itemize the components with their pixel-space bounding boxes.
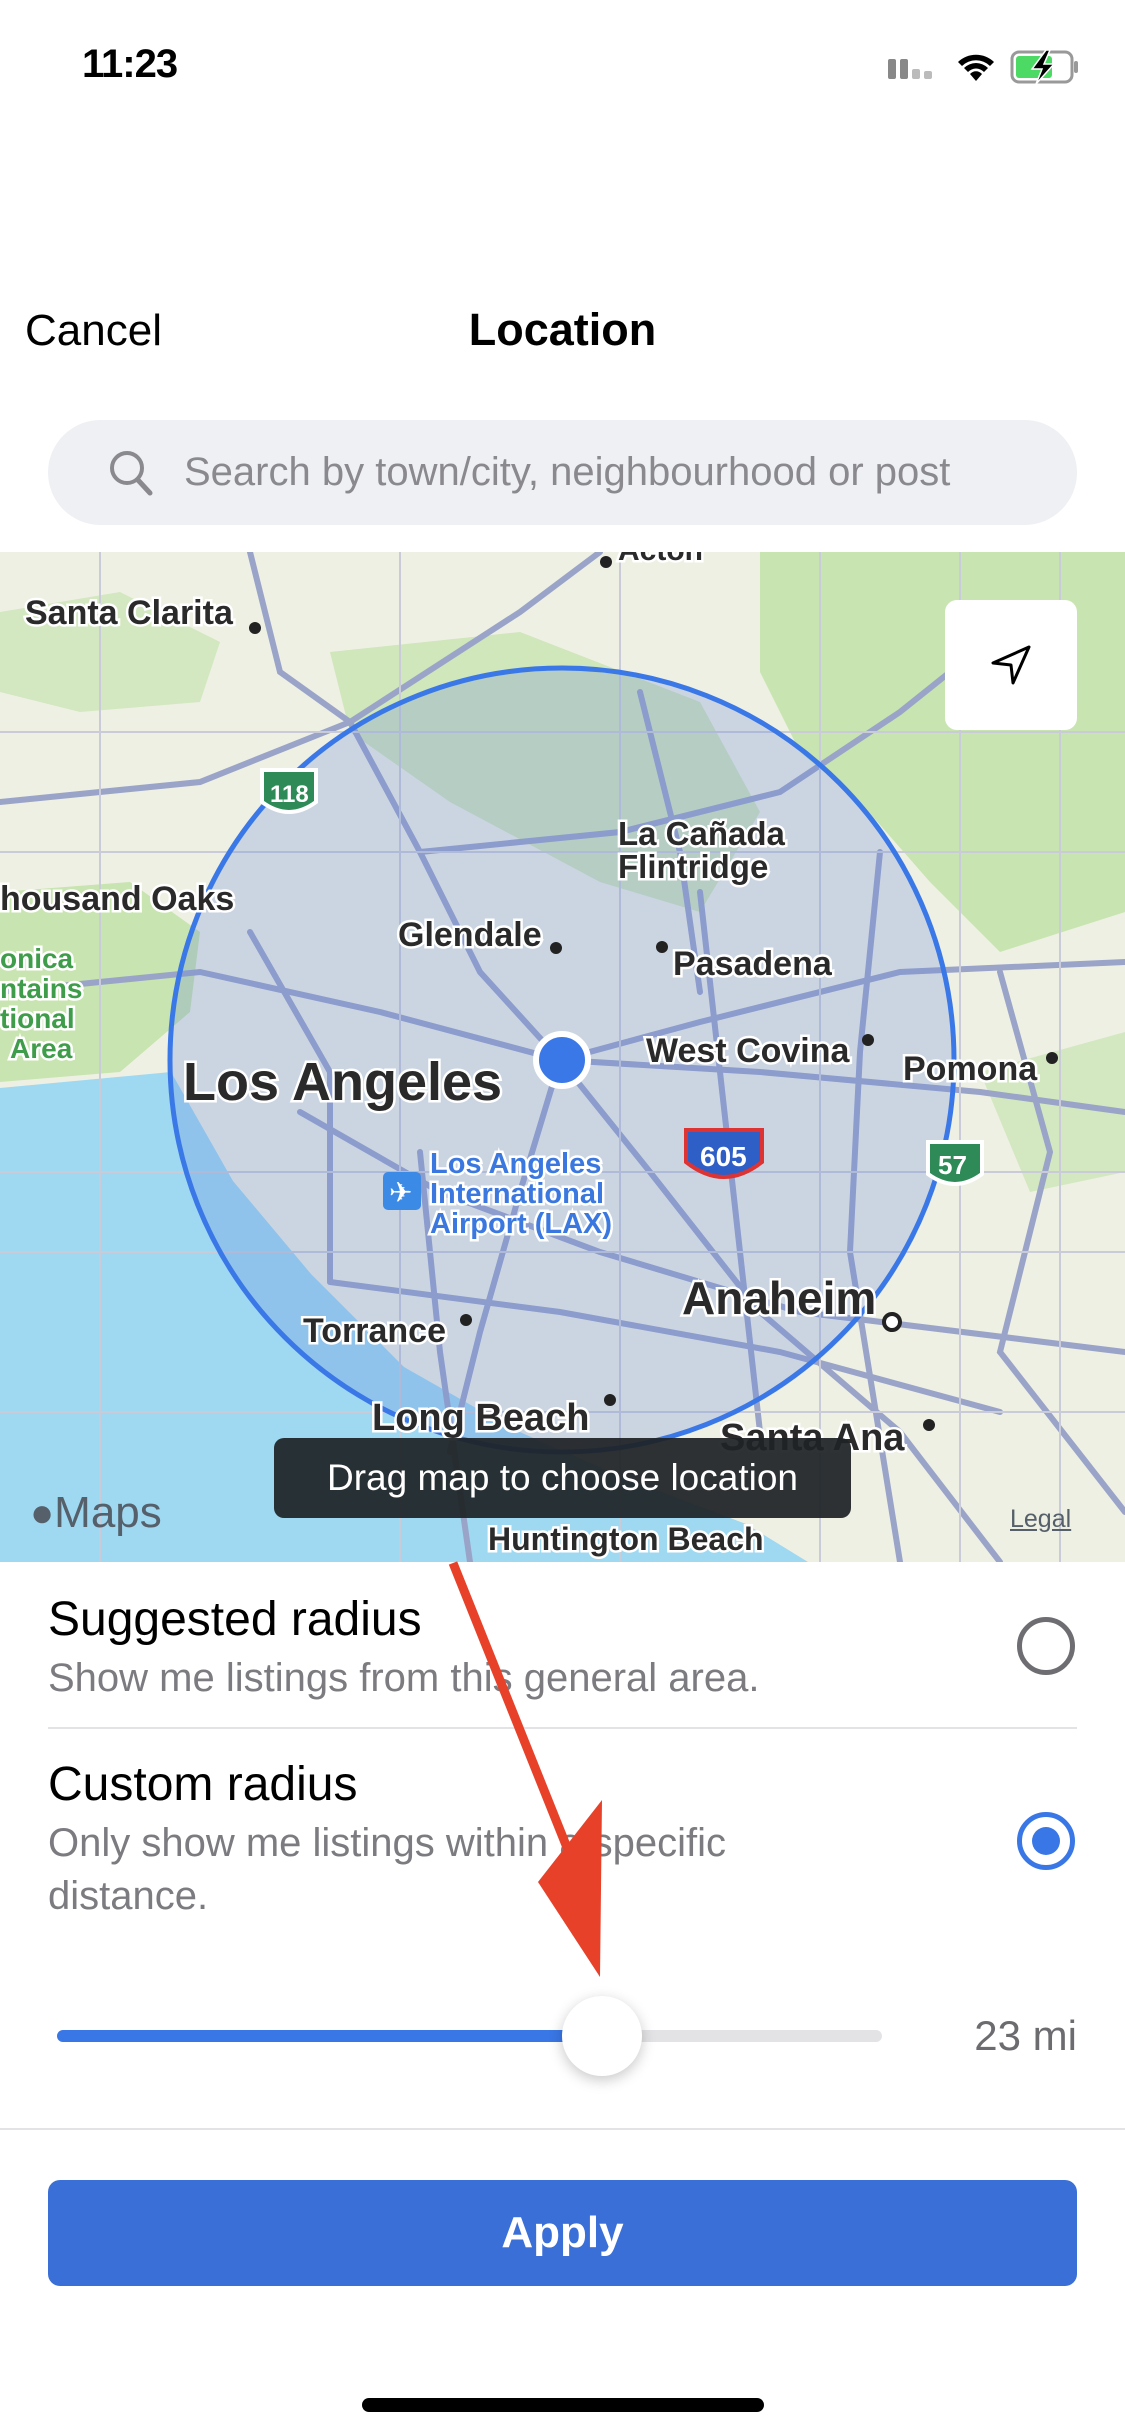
svg-text:57: 57 [938,1150,967,1180]
highway-shield-57: 57 [926,1140,984,1186]
map-label: tional [0,1003,75,1034]
map-label: International [430,1178,604,1210]
map-label: Acton [618,552,703,567]
search-bar[interactable] [48,420,1077,525]
map-label: Airport (LAX) [430,1208,612,1240]
wifi-icon [958,54,994,81]
map-label: Anaheim [682,1272,876,1324]
apply-button[interactable]: Apply [48,2180,1077,2286]
map-label: onica [0,943,74,974]
suggested-radius-subtitle: Show me listings from this general area. [48,1656,760,1700]
map-label: ntains [0,973,82,1004]
map-label: Area [10,1033,73,1064]
battery-charging-icon [1010,50,1078,84]
page-title: Location [468,304,657,355]
drag-map-tooltip: Drag map to choose location [274,1438,851,1518]
apple-maps-logo: ● Maps [30,1488,162,1537]
divider [0,2128,1125,2130]
divider [48,1727,1077,1729]
suggested-radius-title: Suggested radius [48,1593,422,1646]
radius-value: 23 mi [974,2012,1077,2059]
legal-link[interactable]: Legal [1010,1505,1071,1534]
radius-slider-thumb[interactable] [561,1996,642,2076]
home-indicator [362,2398,764,2412]
custom-radius-radio[interactable] [1017,1812,1075,1870]
status-icons [888,50,1080,84]
map-label: housand Oaks [0,880,234,918]
map-label: Long Beach [372,1397,589,1439]
map-label: Santa Clarita [25,594,234,632]
apple-logo-icon: ● [30,1490,55,1535]
highway-shield-605: 605 [684,1128,764,1179]
search-input[interactable] [184,450,1014,495]
map-label: Torrance [303,1312,446,1350]
current-location-button[interactable] [945,600,1077,730]
cellular-signal-icon [888,59,932,79]
custom-radius-subtitle: Only show me listings within a specific … [48,1821,727,1918]
location-arrow-icon [991,645,1031,685]
svg-text:118: 118 [270,781,309,808]
highway-shield-118: 118 [260,768,318,814]
custom-radius-title: Custom radius [48,1758,358,1811]
map-label: Pomona [903,1050,1038,1088]
map-label: Huntington Beach [488,1521,764,1557]
status-time: 11:23 [82,42,178,86]
map-label: West Covina [646,1032,851,1070]
map-label: Los Angeles [430,1148,601,1180]
map-label: Pasadena [673,945,833,983]
svg-text:605: 605 [700,1141,747,1172]
map-label: La Cañada [618,815,786,852]
selected-location-marker[interactable] [533,1031,591,1089]
svg-text:✈: ✈ [389,1177,412,1208]
radius-slider-fill [57,2030,602,2042]
suggested-radius-radio[interactable] [1017,1617,1075,1675]
map-label: Los Angeles [183,1052,502,1112]
search-icon [110,450,153,495]
map-label: Flintridge [618,848,768,885]
map-label: Glendale [398,916,542,954]
